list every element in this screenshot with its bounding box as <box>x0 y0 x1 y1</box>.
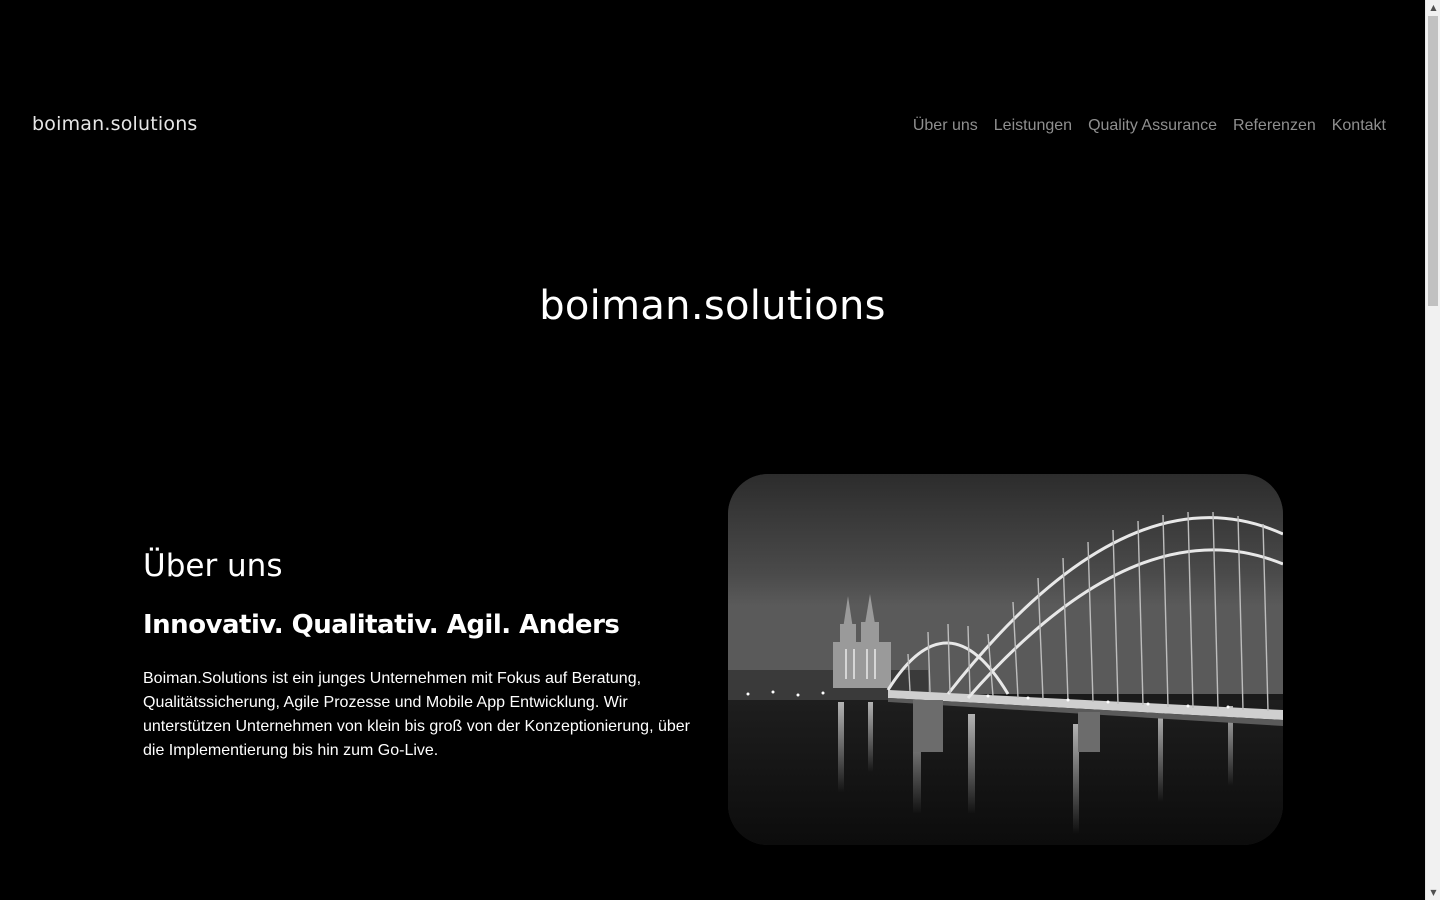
main-nav: Über uns Leistungen Quality Assurance Re… <box>913 117 1386 135</box>
nav-item-leistungen[interactable]: Leistungen <box>994 117 1072 135</box>
triangle-down-icon[interactable]: ▼ <box>1426 885 1440 900</box>
about-text: Boiman.Solutions ist ein junges Unterneh… <box>143 670 690 759</box>
page: boiman.solutions Über uns Leistungen Qua… <box>0 0 1425 900</box>
nav-item-ueber-uns[interactable]: Über uns <box>913 117 978 135</box>
nav-item-kontakt[interactable]: Kontakt <box>1332 117 1386 135</box>
scrollbar-thumb[interactable] <box>1428 16 1438 306</box>
vertical-scrollbar[interactable]: ▲ ▼ <box>1425 0 1440 900</box>
about-heading: Über uns <box>143 548 283 584</box>
nav-item-quality-assurance[interactable]: Quality Assurance <box>1088 117 1217 135</box>
cologne-bridge-photo <box>728 474 1283 845</box>
about-subheading: Innovativ. Qualitativ. Agil. Anders <box>143 610 620 640</box>
triangle-up-icon[interactable]: ▲ <box>1426 0 1440 15</box>
hero-title: boiman.solutions <box>539 283 886 329</box>
nav-item-referenzen[interactable]: Referenzen <box>1233 117 1316 135</box>
brand-logo-link[interactable]: boiman.solutions <box>32 113 198 135</box>
